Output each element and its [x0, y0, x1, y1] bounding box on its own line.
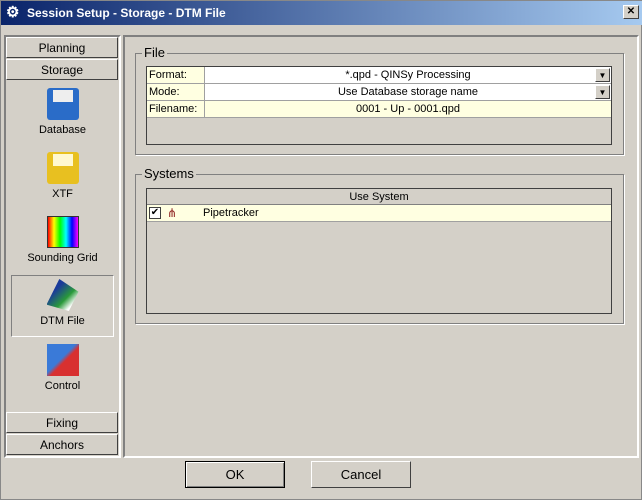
row-label: Format:: [147, 67, 205, 83]
chevron-down-icon[interactable]: ▼: [595, 85, 610, 99]
nav-item-label: Control: [44, 380, 81, 392]
row-label: Mode:: [147, 84, 205, 100]
floppy-disk-icon: [46, 88, 79, 120]
format-row[interactable]: Format: *.qpd - QINSy Processing ▼: [147, 67, 611, 84]
systems-header: Use System: [147, 189, 611, 205]
window-title: Session Setup - Storage - DTM File: [27, 6, 226, 20]
filename-field[interactable]: 0001 - Up - 0001.qpd: [205, 101, 611, 117]
app-gear-icon: ⚙: [6, 4, 20, 21]
file-legend: File: [142, 45, 167, 60]
systems-grid: Use System ✔ ⋔ Pipetracker: [146, 188, 612, 314]
title-bar: ⚙ Session Setup - Storage - DTM File ✕: [1, 1, 642, 25]
nav-item-label: XTF: [52, 188, 73, 200]
nav-item-label: Sounding Grid: [27, 252, 98, 264]
floppy-disk-yellow-icon: [46, 152, 79, 184]
nav-item-sounding-grid[interactable]: Sounding Grid: [11, 213, 114, 275]
systems-group: Systems Use System ✔ ⋔ Pipetracker: [135, 166, 624, 324]
nav-item-control[interactable]: Control: [11, 341, 114, 403]
nav-anchors-button[interactable]: Anchors: [6, 434, 118, 455]
control-icon: [46, 344, 79, 376]
close-button[interactable]: ✕: [623, 5, 639, 19]
cancel-button[interactable]: Cancel: [311, 461, 411, 488]
systems-legend: Systems: [142, 166, 196, 181]
dtm-surface-icon: [46, 279, 79, 311]
use-system-header: Use System: [349, 191, 409, 203]
row-label: Filename:: [147, 101, 205, 117]
pipetracker-icon: ⋔: [167, 206, 178, 220]
nav-storage-button[interactable]: Storage: [6, 59, 118, 80]
nav-item-label: Database: [38, 124, 87, 136]
ok-button[interactable]: OK: [185, 461, 285, 488]
nav-planning-button[interactable]: Planning: [6, 37, 118, 58]
nav-item-label: DTM File: [40, 315, 85, 327]
nav-item-dtm-file[interactable]: DTM File: [11, 275, 114, 337]
system-row[interactable]: ✔ ⋔ Pipetracker: [147, 205, 611, 222]
color-grid-icon: [46, 216, 79, 248]
format-select[interactable]: *.qpd - QINSy Processing: [205, 67, 611, 83]
nav-item-xtf[interactable]: XTF: [11, 149, 114, 211]
chevron-down-icon[interactable]: ▼: [595, 68, 610, 82]
nav-item-database[interactable]: Database: [11, 85, 114, 147]
mode-select[interactable]: Use Database storage name: [205, 84, 611, 100]
file-group: File Format: *.qpd - QINSy Processing ▼ …: [135, 45, 624, 155]
filename-row[interactable]: Filename: 0001 - Up - 0001.qpd: [147, 101, 611, 118]
use-system-checkbox[interactable]: ✔: [149, 207, 161, 219]
mode-row[interactable]: Mode: Use Database storage name ▼: [147, 84, 611, 101]
system-name: Pipetracker: [203, 207, 259, 219]
nav-fixing-button[interactable]: Fixing: [6, 412, 118, 433]
file-grid: Format: *.qpd - QINSy Processing ▼ Mode:…: [146, 66, 612, 145]
